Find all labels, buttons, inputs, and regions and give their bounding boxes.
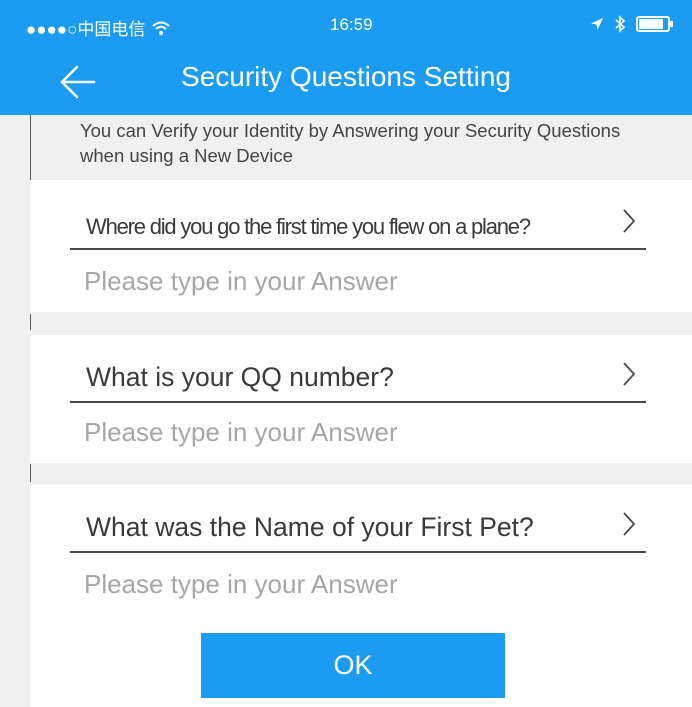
divider <box>30 464 31 482</box>
answer-input[interactable] <box>84 562 644 606</box>
question-label: What was the Name of your First Pet? <box>86 512 534 542</box>
question-label: What is your QQ number? <box>86 362 394 392</box>
answer-input[interactable] <box>84 410 644 454</box>
status-bar: ●●●●○中国电信 16:59 <box>0 0 692 50</box>
page-title: Security Questions Setting <box>181 61 511 92</box>
chevron-right-icon <box>623 209 636 233</box>
question-selector[interactable]: What is your QQ number? <box>70 345 646 403</box>
question-selector[interactable]: Where did you go the first time you flew… <box>70 192 646 250</box>
ok-button[interactable]: OK <box>201 633 505 698</box>
bluetooth-icon <box>615 15 626 33</box>
location-arrow-icon <box>591 18 603 30</box>
answer-input[interactable] <box>84 259 644 303</box>
question-card: Where did you go the first time you flew… <box>30 180 692 312</box>
question-card: What is your QQ number? <box>30 335 692 463</box>
header-bar: Security Questions Setting <box>0 50 692 115</box>
wifi-icon <box>152 21 171 35</box>
question-label: Where did you go the first time you flew… <box>86 214 531 239</box>
status-right <box>590 15 673 33</box>
question-card: What was the Name of your First Pet? <box>30 485 692 615</box>
divider <box>30 314 31 330</box>
chevron-right-icon <box>623 362 636 386</box>
status-time: 16:59 <box>330 15 373 34</box>
question-selector[interactable]: What was the Name of your First Pet? <box>70 495 646 553</box>
divider <box>30 115 31 180</box>
battery-icon <box>636 16 673 32</box>
carrier-label: ●●●●○中国电信 <box>26 20 146 39</box>
chevron-right-icon <box>623 512 636 536</box>
status-left: ●●●●○中国电信 <box>26 15 171 40</box>
battery-level <box>639 19 663 29</box>
intro-text: You can Verify your Identity by Answerin… <box>80 120 621 166</box>
